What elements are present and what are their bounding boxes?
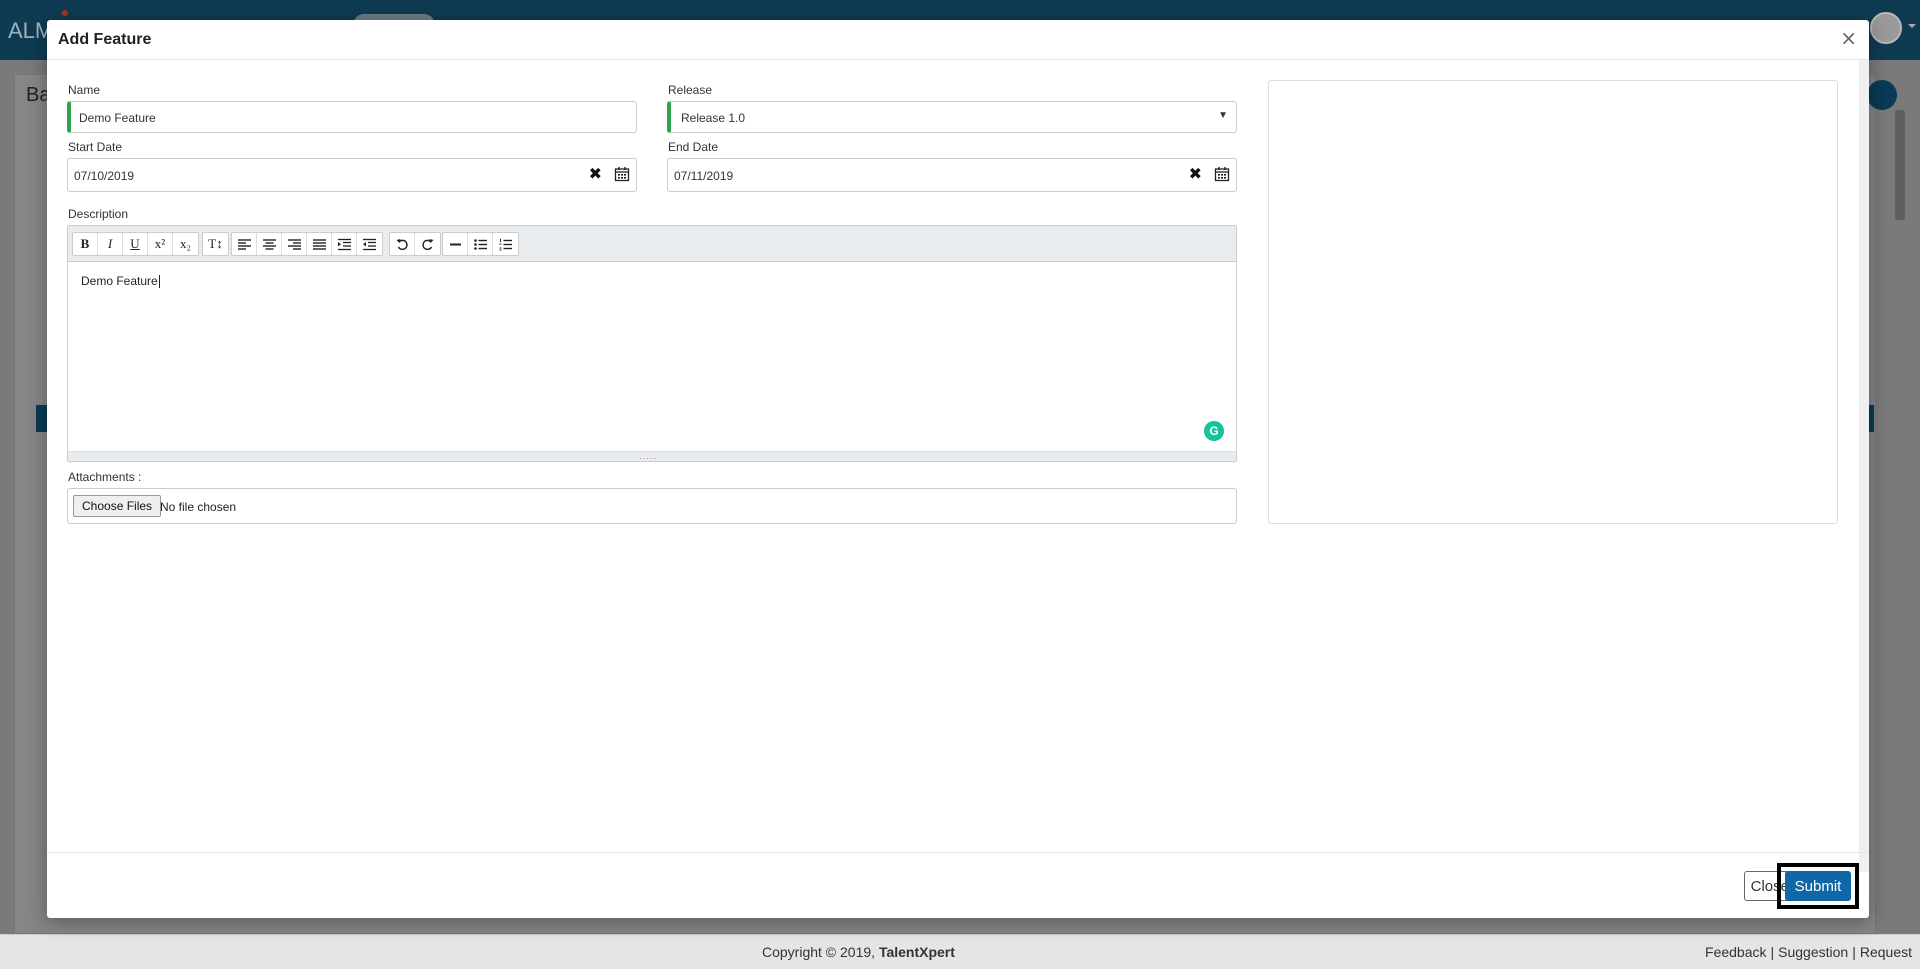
preview-panel <box>1268 80 1838 524</box>
modal-header: Add Feature × <box>47 20 1869 60</box>
close-icon[interactable]: × <box>1840 26 1857 50</box>
insert-group <box>442 232 519 256</box>
justify-icon <box>312 238 326 250</box>
submit-button[interactable]: Submit <box>1785 871 1851 901</box>
release-value: Release 1.0 <box>681 111 746 125</box>
font-size-group: T↕ <box>202 232 229 256</box>
modal-footer: Close Submit <box>47 852 1869 918</box>
end-date-input[interactable]: 07/11/2019 ✖ <box>667 158 1237 192</box>
subscript-button[interactable]: x₂ <box>173 233 198 255</box>
user-avatar[interactable] <box>1870 12 1902 44</box>
bulleted-list-icon <box>473 238 487 250</box>
start-date-input[interactable]: 07/10/2019 ✖ <box>67 158 637 192</box>
redo-icon <box>422 238 434 250</box>
underline-button[interactable]: U <box>123 233 148 255</box>
outdent-button[interactable] <box>357 233 382 255</box>
resize-grip-icon: ····· <box>639 454 658 463</box>
attachments-label: Attachments : <box>68 470 142 484</box>
company-name: TalentXpert <box>878 944 955 960</box>
start-date-label: Start Date <box>68 140 123 154</box>
name-input[interactable]: Demo Feature <box>67 101 637 133</box>
align-group <box>231 232 383 256</box>
clear-icon[interactable]: ✖ <box>1189 164 1202 183</box>
align-center-icon <box>262 238 276 250</box>
history-group <box>389 232 441 256</box>
file-status: No file chosen <box>160 500 237 514</box>
indent-icon <box>337 238 351 250</box>
add-feature-modal: Add Feature × Name Demo Feature Release … <box>47 20 1869 918</box>
undo-button[interactable] <box>390 233 415 255</box>
format-group: B I U x² x₂ <box>72 232 199 256</box>
attachments-input: Choose Files No file chosen <box>67 488 1237 524</box>
copyright: Copyright © 2019, TalentXpert <box>762 944 955 960</box>
redo-button[interactable] <box>415 233 440 255</box>
numbered-list-button[interactable] <box>493 233 518 255</box>
text-cursor <box>158 275 160 289</box>
modal-title: Add Feature <box>58 31 152 48</box>
align-center-button[interactable] <box>257 233 282 255</box>
align-left-button[interactable] <box>232 233 257 255</box>
align-right-icon <box>287 238 301 250</box>
indent-button[interactable] <box>332 233 357 255</box>
description-editor: B I U x² x₂ T↕ Demo Feature G ····· <box>67 225 1237 463</box>
logo-dot <box>62 10 68 16</box>
bulleted-list-button[interactable] <box>468 233 493 255</box>
horizontal-rule-icon <box>449 243 461 245</box>
name-value: Demo Feature <box>79 111 156 125</box>
choose-files-button[interactable]: Choose Files <box>73 495 162 517</box>
font-size-button[interactable]: T↕ <box>203 233 228 255</box>
bold-button[interactable]: B <box>73 233 98 255</box>
horizontal-rule-button[interactable] <box>443 233 468 255</box>
feedback-link[interactable]: Feedback <box>1705 944 1766 960</box>
modal-scrollbar[interactable] <box>1859 60 1869 872</box>
description-textarea[interactable]: Demo Feature G <box>68 262 1236 453</box>
italic-button[interactable]: I <box>98 233 123 255</box>
superscript-button[interactable]: x² <box>148 233 173 255</box>
start-date-value: 07/10/2019 <box>74 169 135 183</box>
justify-button[interactable] <box>307 233 332 255</box>
request-link[interactable]: Request <box>1860 944 1912 960</box>
chart-icon[interactable] <box>1867 80 1897 110</box>
chevron-down-icon[interactable] <box>1908 24 1916 28</box>
footer-links: Feedback | Suggestion | Request <box>1705 944 1912 960</box>
align-left-icon <box>237 238 251 250</box>
numbered-list-icon <box>499 238 512 250</box>
submit-highlight: Submit <box>1777 863 1859 909</box>
outdent-icon <box>363 238 376 250</box>
end-date-value: 07/11/2019 <box>674 169 734 183</box>
page-scrollbar[interactable] <box>1895 110 1905 220</box>
editor-resize-handle[interactable]: ····· <box>68 451 1236 463</box>
description-text: Demo Feature <box>81 274 160 289</box>
align-right-button[interactable] <box>282 233 307 255</box>
chevron-down-icon: ▼ <box>1218 110 1228 121</box>
release-select[interactable]: Release 1.0 ▼ <box>667 101 1237 133</box>
editor-toolbar: B I U x² x₂ T↕ <box>68 226 1236 262</box>
description-label: Description <box>68 207 129 221</box>
name-label: Name <box>68 83 101 97</box>
calendar-icon[interactable] <box>1214 166 1230 182</box>
end-date-label: End Date <box>668 140 719 154</box>
release-label: Release <box>668 83 713 97</box>
calendar-icon[interactable] <box>614 166 630 182</box>
undo-icon <box>396 238 408 250</box>
page-footer: Copyright © 2019, TalentXpert Feedback | S… <box>0 934 1920 969</box>
clear-icon[interactable]: ✖ <box>589 164 602 183</box>
suggestion-link[interactable]: Suggestion <box>1778 944 1848 960</box>
grammarly-icon[interactable]: G <box>1204 421 1224 441</box>
